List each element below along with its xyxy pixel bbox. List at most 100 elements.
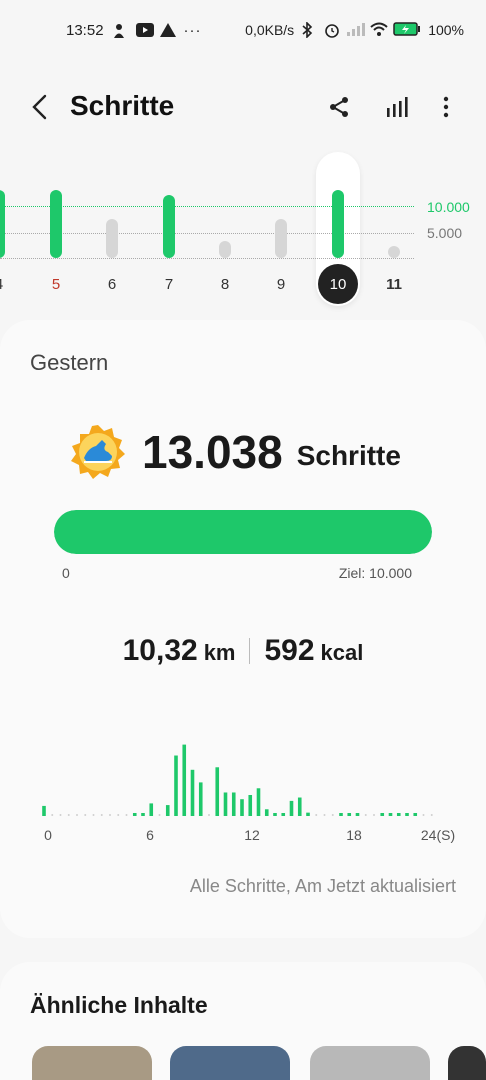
similar-content-section: Ähnliche Inhalte (0, 962, 486, 1080)
summary-date-label: Gestern (30, 350, 109, 375)
half-goal-reference-line (0, 233, 414, 234)
day-bar-5[interactable] (50, 190, 62, 258)
distance-value: 10,32 (122, 634, 198, 667)
youtube-icon (135, 22, 154, 39)
weekly-steps-chart[interactable]: 10.000 5.000 10 456789 11 (0, 150, 486, 310)
day-bar-11[interactable] (388, 246, 400, 258)
hourly-bar (413, 813, 418, 816)
hourly-empty-dot (117, 814, 120, 816)
hourly-empty-dot (331, 814, 334, 816)
day-label-11[interactable]: 11 (374, 276, 414, 293)
hourly-empty-dot (208, 814, 210, 816)
day-bar-6[interactable] (106, 219, 118, 258)
hourly-empty-dot (84, 814, 87, 816)
hourly-bar (141, 813, 145, 816)
hourly-bar (256, 788, 261, 816)
hourly-tick-label: 24(S) (421, 827, 455, 843)
day-label-9[interactable]: 9 (261, 276, 301, 293)
bar-chart-icon (387, 97, 408, 117)
thumb-runner[interactable] (32, 1046, 152, 1080)
hourly-bar (198, 782, 203, 816)
statistics-button[interactable] (382, 92, 412, 122)
goal-reference-line (0, 206, 414, 207)
chevron-left-icon (32, 94, 47, 120)
day-bar-10[interactable] (332, 190, 344, 258)
day-label-8[interactable]: 8 (205, 276, 245, 293)
hourly-empty-dot (125, 814, 128, 816)
hourly-bar (240, 799, 244, 816)
battery-icon (393, 22, 421, 38)
distance-unit: km (203, 640, 236, 665)
progress-goal-label: Ziel: 10.000 (338, 565, 412, 581)
hourly-empty-dot (76, 814, 78, 816)
hourly-bar (42, 805, 46, 816)
hourly-empty-dot (92, 814, 95, 816)
hourly-empty-dot (422, 814, 425, 816)
day-label-6[interactable]: 6 (92, 276, 132, 293)
hourly-empty-dot (51, 814, 54, 816)
hourly-bar (190, 769, 195, 816)
day-bar-7[interactable] (163, 195, 175, 258)
half-goal-reference-label: 5.000 (427, 225, 463, 241)
day-label-4[interactable]: 4 (0, 276, 19, 293)
day-bar-8[interactable] (219, 241, 231, 258)
notification-icon (112, 23, 128, 39)
thumb-couch[interactable] (170, 1046, 290, 1080)
thumb-fitness[interactable] (310, 1046, 430, 1080)
hourly-bar (223, 792, 228, 816)
hourly-empty-dot (315, 814, 318, 816)
hourly-bar (264, 809, 269, 816)
hourly-empty-dot (430, 814, 433, 816)
overflow-dots-icon: ··· (183, 22, 202, 39)
hourly-bar (396, 813, 401, 816)
steps-count: 13.038 (142, 426, 283, 478)
wifi-icon (370, 22, 388, 38)
alarm-icon (324, 22, 340, 38)
hourly-bar (388, 813, 393, 816)
day-bar-4[interactable] (0, 190, 5, 258)
update-caption: Alle Schritte, Am Jetzt aktualisiert (189, 876, 456, 896)
progress-min-label: 0 (62, 565, 70, 581)
hourly-bar (132, 813, 137, 816)
baseline-reference-line (0, 258, 414, 259)
hourly-empty-dot (373, 814, 375, 816)
thumb-dark[interactable] (448, 1046, 486, 1080)
hourly-bar (182, 744, 187, 816)
hourly-bar (281, 813, 286, 816)
calories-value: 592 (264, 634, 315, 667)
share-button[interactable] (324, 92, 354, 122)
hourly-bar (355, 813, 360, 816)
hourly-empty-dot (59, 814, 62, 816)
distance-calories-row: 10,32 km 592 kcal (0, 634, 486, 668)
hourly-empty-dot (323, 814, 326, 816)
similar-content-title: Ähnliche Inhalte (30, 992, 208, 1018)
bluetooth-icon (301, 21, 317, 39)
steps-unit: Schritte (296, 440, 401, 471)
hourly-bar (306, 812, 310, 816)
hourly-bar (165, 805, 170, 816)
back-button[interactable] (24, 90, 54, 124)
goal-progress-bar (54, 510, 432, 554)
hourly-bar (380, 813, 385, 816)
more-options-button[interactable] (431, 92, 461, 122)
status-time: 13:52 (66, 22, 104, 39)
hourly-bar (149, 803, 154, 816)
day-label-5[interactable]: 5 (36, 276, 76, 293)
hourly-empty-dot (109, 814, 111, 816)
hourly-bar (273, 813, 277, 816)
day-bar-9[interactable] (275, 219, 287, 258)
steps-total-row: 13.038 Schritte (70, 424, 401, 480)
hourly-empty-dot (67, 814, 70, 816)
hourly-steps-chart[interactable]: 0 6 12 18 24(S) (0, 720, 486, 850)
hourly-bar (347, 813, 352, 816)
running-shoe-badge-icon (71, 425, 125, 479)
hourly-tick-label: 0 (44, 827, 52, 843)
hourly-tick-label: 12 (244, 827, 260, 843)
selected-day-marker[interactable]: 10 (318, 264, 358, 304)
day-label-7[interactable]: 7 (149, 276, 189, 293)
hourly-bar (174, 755, 178, 816)
hourly-tick-label: 6 (146, 827, 154, 843)
signal-icon (347, 22, 366, 38)
more-vertical-icon (443, 96, 449, 118)
goal-reference-label: 10.000 (427, 199, 470, 215)
